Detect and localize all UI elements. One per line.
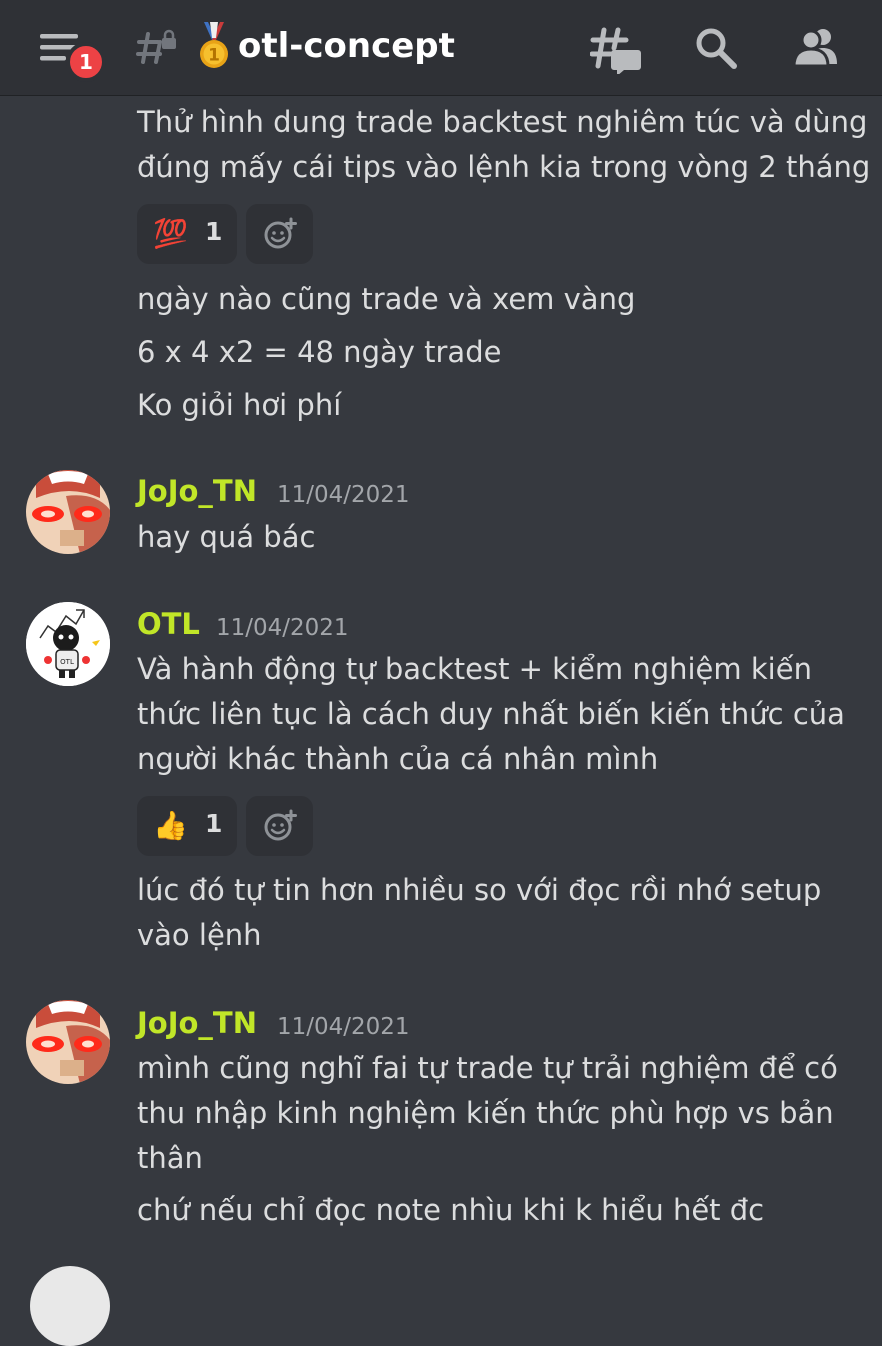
- avatar-partial[interactable]: [30, 1266, 110, 1346]
- channel-header: 1 1 otl-concept: [0, 0, 882, 96]
- timestamp: 11/04/2021: [277, 1014, 410, 1040]
- notification-badge: 1: [66, 42, 106, 82]
- username[interactable]: JoJo_TN: [137, 474, 257, 508]
- reaction-100[interactable]: 💯 1: [137, 204, 237, 264]
- add-reaction-button[interactable]: [246, 204, 313, 264]
- svg-text:OTL: OTL: [60, 658, 74, 666]
- avatar-jojo[interactable]: [26, 1000, 110, 1084]
- message-line: Ko giỏi hơi phí: [137, 388, 342, 422]
- message-line: lúc đó tự tin hơn nhiều so với đọc rồi n…: [137, 873, 822, 907]
- reaction-thumbs-up[interactable]: 👍 1: [137, 796, 237, 856]
- message-line: ngày nào cũng trade và xem vàng: [137, 282, 636, 316]
- add-reaction-icon: [264, 809, 297, 841]
- channel-name: otl-concept: [238, 26, 455, 66]
- avatar-jojo[interactable]: [26, 470, 110, 554]
- hundred-points-emoji: 💯: [153, 217, 188, 250]
- reaction-count: 1: [205, 217, 223, 246]
- message-line: 6 x 4 x2 = 48 ngày trade: [137, 335, 502, 369]
- svg-text:1: 1: [208, 46, 220, 66]
- message-line: Thử hình dung trade backtest nghiêm túc …: [137, 105, 868, 139]
- locked-channel-icon: [136, 28, 180, 68]
- username[interactable]: JoJo_TN: [137, 1006, 257, 1040]
- message-line: đúng mấy cái tips vào lệnh kia trong vòn…: [137, 150, 871, 184]
- add-reaction-icon: [264, 217, 297, 249]
- threads-icon[interactable]: [589, 26, 642, 76]
- message-line: Và hành động tự backtest + kiểm nghiệm k…: [137, 652, 812, 686]
- members-icon[interactable]: [792, 26, 844, 70]
- message-line: thức liên tục là cách duy nhất biến kiến…: [137, 697, 845, 731]
- message-line: người khác thành của cá nhân mình: [137, 742, 659, 776]
- message-line: chứ nếu chỉ đọc note nhìu khi k hiểu hết…: [137, 1193, 765, 1227]
- timestamp: 11/04/2021: [216, 615, 349, 641]
- username[interactable]: OTL: [137, 607, 200, 641]
- reaction-count: 1: [205, 809, 223, 838]
- message-line: thu nhập kinh nghiệm kiến thức phù hợp v…: [137, 1096, 834, 1130]
- timestamp: 11/04/2021: [277, 482, 410, 508]
- avatar-otl[interactable]: OTL: [26, 602, 110, 686]
- add-reaction-button[interactable]: [246, 796, 313, 856]
- message-line: vào lệnh: [137, 918, 262, 952]
- message-line: mình cũng nghĩ fai tự trade tự trải nghi…: [137, 1051, 838, 1085]
- search-icon[interactable]: [694, 26, 738, 70]
- thumbs-up-emoji: 👍: [153, 809, 188, 842]
- message-line: hay quá bác: [137, 520, 316, 554]
- medal-icon: 1: [196, 22, 232, 72]
- message-line: thân: [137, 1141, 203, 1175]
